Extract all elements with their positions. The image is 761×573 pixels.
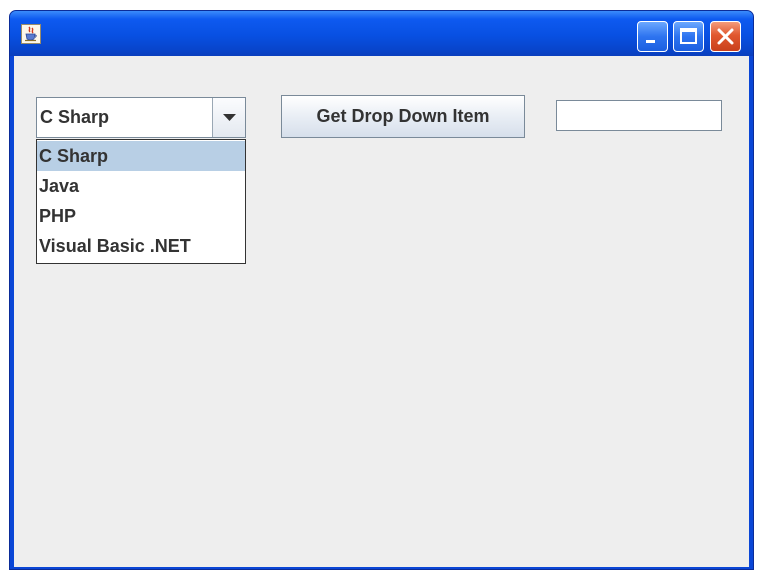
close-button[interactable] <box>710 21 741 52</box>
dropdown-option[interactable]: C Sharp <box>37 141 245 171</box>
app-window: C Sharp C Sharp Java PHP Visual Basic .N… <box>9 10 754 570</box>
dropdown-option[interactable]: Java <box>37 171 245 201</box>
screen: C Sharp C Sharp Java PHP Visual Basic .N… <box>0 0 761 573</box>
maximize-button[interactable] <box>673 21 704 52</box>
title-bar[interactable] <box>10 11 753 56</box>
language-combo-box[interactable]: C Sharp <box>36 97 246 138</box>
content-panel: C Sharp C Sharp Java PHP Visual Basic .N… <box>14 56 749 567</box>
close-icon <box>717 28 734 45</box>
combo-arrow-button[interactable] <box>212 98 245 137</box>
dropdown-option[interactable]: Visual Basic .NET <box>37 231 245 261</box>
get-drop-down-item-button[interactable]: Get Drop Down Item <box>281 95 525 138</box>
result-text-field[interactable] <box>556 100 722 131</box>
combo-selected-value: C Sharp <box>40 107 110 127</box>
maximize-icon <box>680 28 697 44</box>
chevron-down-icon <box>223 114 236 121</box>
combo-dropdown-list: C Sharp Java PHP Visual Basic .NET <box>36 139 246 264</box>
dropdown-option[interactable]: PHP <box>37 201 245 231</box>
minimize-button[interactable] <box>637 21 668 52</box>
minimize-icon <box>646 40 655 43</box>
java-cup-icon[interactable] <box>21 24 41 44</box>
